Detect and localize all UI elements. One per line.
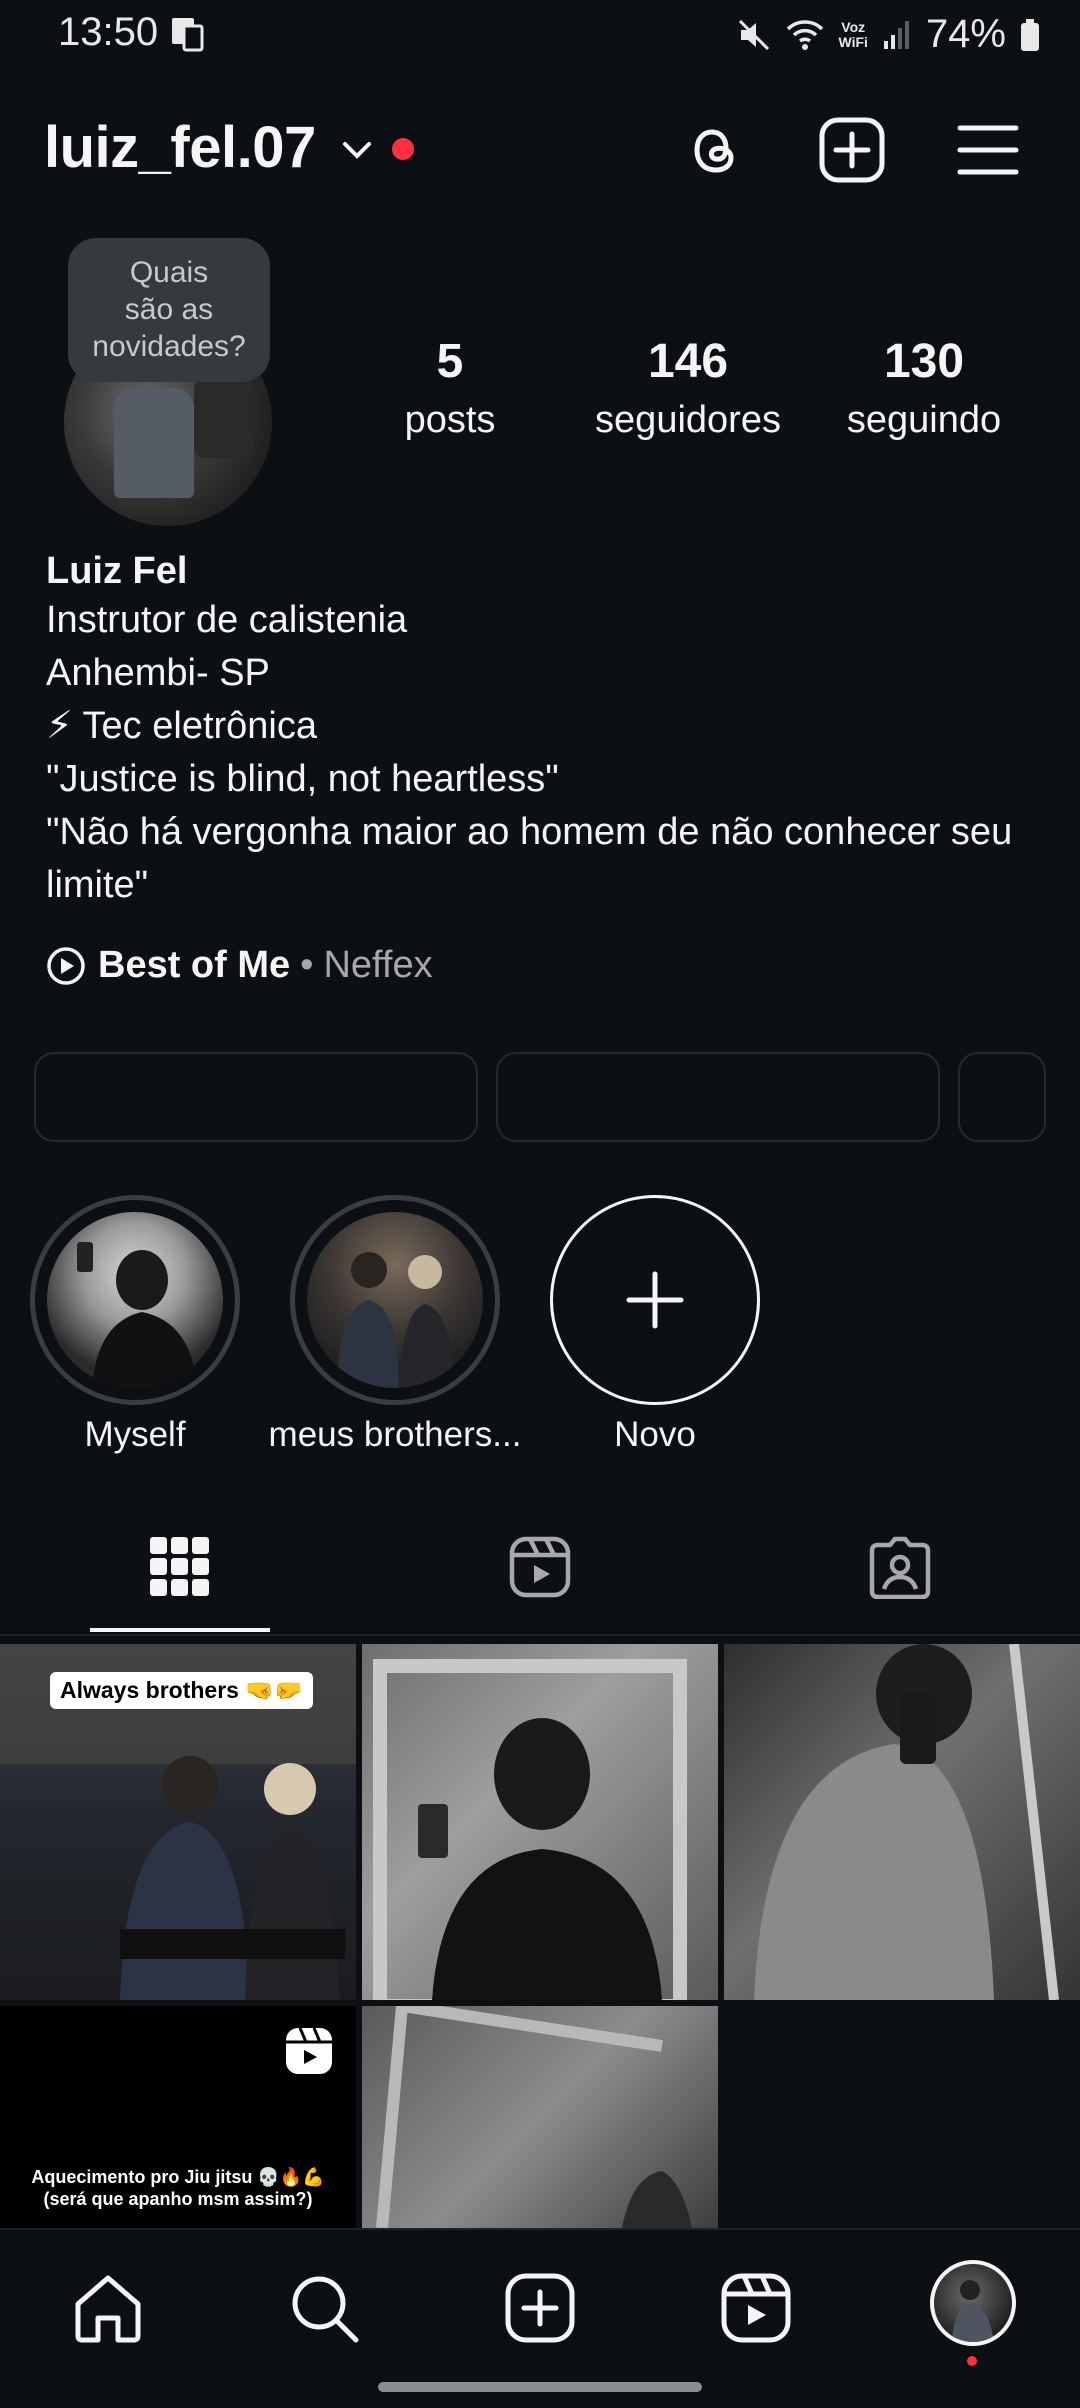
note-line: novidades? bbox=[92, 330, 246, 363]
device-icon bbox=[172, 18, 204, 52]
new-highlight-button[interactable] bbox=[550, 1195, 760, 1405]
mute-icon bbox=[738, 19, 769, 50]
highlight-myself[interactable] bbox=[30, 1195, 240, 1405]
tab-divider bbox=[0, 1634, 1080, 1636]
account-switcher-username[interactable]: luiz_fel.07 bbox=[44, 114, 316, 181]
notification-dot bbox=[392, 138, 414, 160]
reels-icon[interactable] bbox=[718, 2270, 794, 2346]
reel-caption-line: (será que apanho msm assim?) bbox=[43, 2189, 313, 2209]
music-artist: Neffex bbox=[323, 944, 433, 986]
avatar-figure bbox=[114, 388, 194, 498]
reel-caption: Aquecimento pro Jiu jitsu 💀🔥💪 (será que … bbox=[0, 2166, 356, 2210]
voz-label: Voz bbox=[841, 18, 866, 35]
highlight-cover bbox=[47, 1212, 223, 1388]
volte-indicator: Voz WiFi bbox=[838, 18, 868, 50]
reel-badge-icon bbox=[286, 2027, 332, 2074]
home-icon[interactable] bbox=[70, 2270, 146, 2346]
posts-count[interactable]: 5 posts bbox=[380, 334, 520, 442]
following-count[interactable]: 130 seguindo bbox=[830, 334, 1018, 442]
edit-profile-button[interactable] bbox=[34, 1052, 478, 1142]
bio-line: "Justice is blind, not heartless" bbox=[46, 758, 559, 800]
grid-icon[interactable] bbox=[148, 1535, 212, 1599]
profile-name: Luiz Fel bbox=[46, 550, 188, 592]
create-post-icon[interactable] bbox=[502, 2270, 578, 2346]
highlight-meus-brothers[interactable] bbox=[290, 1195, 500, 1405]
music-song: Best of Me bbox=[98, 944, 291, 986]
battery-percent: 74% bbox=[925, 12, 1006, 56]
highlight-label: Myself bbox=[84, 1415, 186, 1454]
wifi-label: WiFi bbox=[838, 33, 868, 50]
followers-count[interactable]: 146 seguidores bbox=[578, 334, 798, 442]
highlight-label: Novo bbox=[614, 1415, 696, 1454]
menu-icon[interactable] bbox=[952, 114, 1024, 186]
post-image bbox=[373, 1659, 687, 2000]
profile-music[interactable]: Best of Me • Neffex bbox=[46, 944, 433, 987]
reels-tab-icon[interactable] bbox=[508, 1535, 572, 1599]
nav-avatar-figure bbox=[952, 2280, 994, 2342]
stat-label: seguindo bbox=[846, 399, 1002, 441]
threads-icon[interactable] bbox=[680, 114, 752, 186]
bottom-navigation bbox=[0, 2228, 1080, 2408]
post-overlay-text: Always brothers 🤜🤛 bbox=[50, 1672, 313, 1709]
note-line: Quais bbox=[129, 256, 209, 289]
active-tab-indicator bbox=[90, 1628, 270, 1632]
bio-line: ⚡ Tec eletrônica bbox=[46, 705, 318, 747]
profile-header: luiz_fel.07 bbox=[0, 100, 1080, 200]
highlight-cover bbox=[307, 1212, 483, 1388]
post-thumbnail[interactable]: Always brothers 🤜🤛 bbox=[0, 1644, 356, 2000]
post-thumbnail[interactable] bbox=[724, 1644, 1080, 2000]
status-bar: 13:50 Voz WiFi 74% bbox=[0, 0, 1080, 70]
avatar-figure-arm bbox=[194, 378, 254, 458]
chevron-down-icon[interactable] bbox=[340, 136, 374, 164]
tagged-icon[interactable] bbox=[868, 1535, 932, 1599]
post-thumbnail[interactable] bbox=[362, 2006, 718, 2228]
highlight-label: meus brothers... bbox=[268, 1415, 522, 1454]
bio-line: "Não há vergonha maior ao homem de não c… bbox=[46, 811, 1013, 853]
bio-line: Instrutor de calistenia bbox=[46, 599, 408, 641]
stat-value: 5 bbox=[436, 335, 464, 388]
share-profile-button[interactable] bbox=[496, 1052, 940, 1142]
play-circle-icon bbox=[47, 946, 85, 985]
battery-icon bbox=[1021, 18, 1039, 51]
stat-value: 130 bbox=[883, 335, 965, 388]
bio-line: limite" bbox=[46, 864, 149, 906]
post-thumbnail[interactable] bbox=[362, 1644, 718, 2000]
create-icon[interactable] bbox=[816, 114, 888, 186]
signal-icon bbox=[883, 20, 909, 49]
note-line: são as bbox=[124, 293, 214, 326]
bio-line: Anhembi- SP bbox=[46, 652, 270, 694]
highlight-figure bbox=[337, 1252, 455, 1388]
post-image bbox=[376, 2006, 692, 2228]
stat-value: 146 bbox=[647, 335, 729, 388]
post-image bbox=[754, 1644, 1059, 2000]
search-icon[interactable] bbox=[286, 2270, 362, 2346]
stat-label: posts bbox=[404, 399, 496, 441]
highlight-figure bbox=[77, 1242, 197, 1388]
music-separator: • bbox=[300, 944, 314, 986]
plus-icon bbox=[626, 1271, 684, 1329]
note-bubble[interactable]: Quais são as novidades? bbox=[68, 238, 270, 382]
bio: Luiz Fel Instrutor de calistenia Anhembi… bbox=[46, 548, 1046, 912]
notification-dot bbox=[967, 2356, 977, 2366]
stat-label: seguidores bbox=[595, 399, 781, 441]
home-gesture-bar[interactable] bbox=[378, 2382, 702, 2392]
status-time: 13:50 bbox=[58, 10, 159, 54]
wifi-icon bbox=[786, 19, 823, 50]
discover-people-button[interactable] bbox=[958, 1052, 1046, 1142]
reel-caption-line: Aquecimento pro Jiu jitsu 💀🔥💪 bbox=[31, 2167, 325, 2187]
profile-avatar[interactable] bbox=[930, 2260, 1016, 2346]
